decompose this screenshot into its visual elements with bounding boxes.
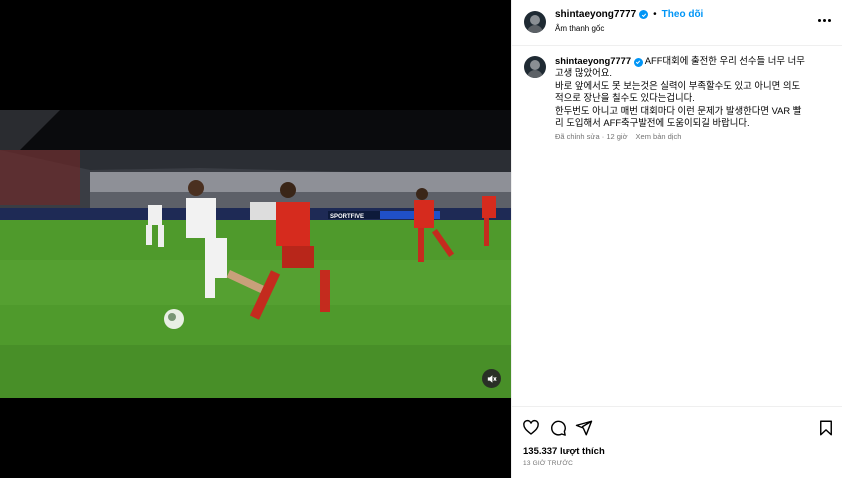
caption-line-6: 리 도입해서 AFF축구발전에 도움이되길 바랍니다. bbox=[555, 117, 750, 129]
likes-count[interactable]: 135.337 lượt thích bbox=[523, 446, 605, 457]
ad-board-text: SPORTFIVE bbox=[330, 214, 364, 220]
meta-separator: · bbox=[601, 132, 605, 141]
edited-label: Đã chỉnh sửa bbox=[555, 132, 600, 141]
caption-line-2: 고생 많았어요. bbox=[555, 67, 612, 79]
share-icon[interactable] bbox=[575, 419, 593, 437]
action-bar: 135.337 lượt thích 13 GIỜ TRƯỚC bbox=[512, 406, 842, 478]
audio-label[interactable]: Âm thanh gốc bbox=[555, 24, 604, 33]
comment-icon[interactable] bbox=[549, 419, 567, 437]
caption-avatar[interactable] bbox=[524, 56, 546, 78]
post-header: shintaeyong7777 • Theo dõi Âm thanh gốc bbox=[512, 0, 842, 46]
post-timestamp: 13 GIỜ TRƯỚC bbox=[523, 460, 574, 467]
post-caption: shintaeyong7777 AFF대회에 출전한 우리 선수들 너무 너무 … bbox=[555, 55, 835, 129]
verified-badge-icon bbox=[639, 10, 649, 19]
caption-username[interactable]: shintaeyong7777 bbox=[555, 55, 631, 66]
video-player[interactable]: SPORTFIVE bbox=[0, 110, 511, 398]
avatar[interactable] bbox=[524, 11, 546, 33]
caption-line-4: 적으로 장난을 칠수도 있다는겁니다. bbox=[555, 92, 695, 104]
header-separator: • bbox=[653, 9, 657, 20]
translate-link[interactable]: Xem bản dịch bbox=[636, 132, 682, 141]
edited-time: 12 giờ bbox=[606, 132, 628, 141]
video-frame-graphic: SPORTFIVE bbox=[0, 110, 511, 398]
post-info-pane: shintaeyong7777 • Theo dõi Âm thanh gốc … bbox=[511, 0, 842, 478]
mute-button[interactable] bbox=[482, 369, 501, 388]
bookmark-icon[interactable] bbox=[817, 419, 835, 437]
header-user-row: shintaeyong7777 • Theo dõi bbox=[555, 9, 703, 20]
media-pane: SPORTFIVE bbox=[0, 0, 511, 478]
username-link[interactable]: shintaeyong7777 bbox=[555, 9, 636, 20]
caption-line-1: AFF대회에 출전한 우리 선수들 너무 너무 bbox=[644, 55, 805, 66]
heart-icon[interactable] bbox=[522, 419, 540, 437]
caption-line-5: 한두번도 아니고 매번 대회마다 이런 문제가 발생한다면 VAR 빨 bbox=[555, 104, 802, 116]
follow-button[interactable]: Theo dõi bbox=[662, 9, 704, 20]
verified-badge-icon bbox=[633, 57, 643, 67]
more-options-icon[interactable] bbox=[816, 14, 832, 26]
caption-line-3: 바로 앞에서도 못 보는것은 실력이 부족할수도 있고 아니면 의도 bbox=[555, 79, 801, 91]
caption-meta: Đã chỉnh sửa · 12 giờ Xem bản dịch bbox=[555, 132, 681, 141]
speaker-muted-icon bbox=[487, 374, 497, 383]
